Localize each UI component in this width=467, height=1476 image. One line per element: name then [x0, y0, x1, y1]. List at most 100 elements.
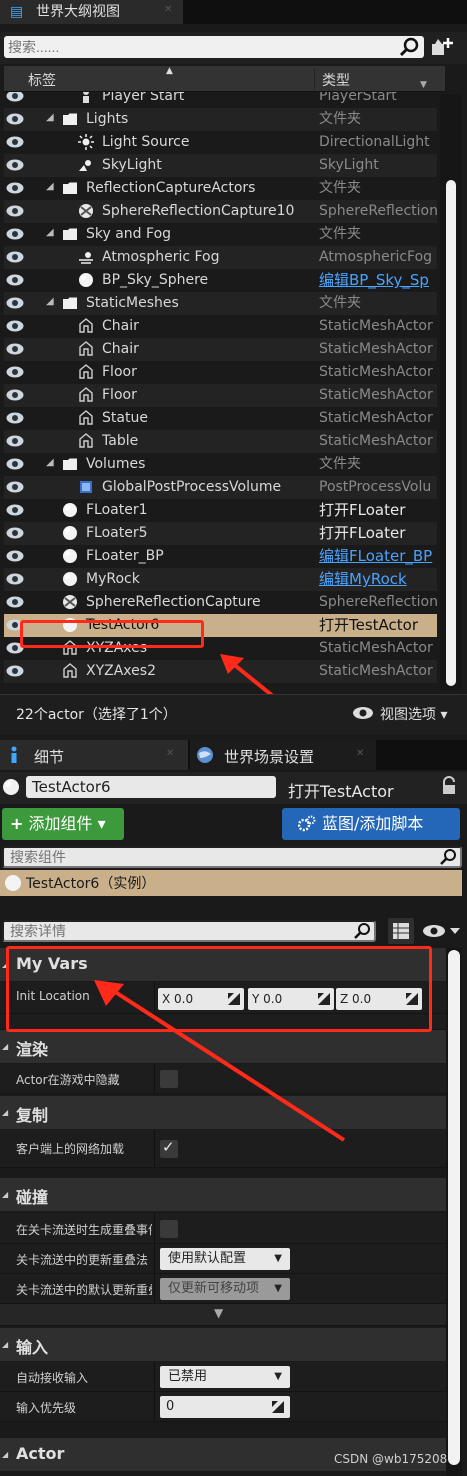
column-splitter[interactable]: [154, 1214, 155, 1244]
visibility-eye-icon[interactable]: [6, 596, 24, 608]
outliner-row[interactable]: Chair StaticMeshActor: [4, 338, 437, 361]
add-component-button[interactable]: + 添加组件 ▾: [2, 808, 124, 840]
open-actor-link[interactable]: 打开TestActor: [288, 778, 394, 802]
update-overlap-dropdown[interactable]: 使用默认配置: [160, 1248, 290, 1270]
lock-icon[interactable]: [440, 776, 458, 796]
annotation-arrow: [94, 980, 346, 1142]
outliner-row[interactable]: ◢ StaticMeshes 文件夹: [4, 292, 437, 315]
sphere-icon: [3, 779, 19, 795]
column-type[interactable]: 类型: [322, 70, 350, 90]
outliner-row[interactable]: BP_Sky_Sphere 编辑BP_Sky_Sp: [4, 269, 437, 292]
category-input[interactable]: ◢ 输入: [0, 1328, 446, 1362]
outliner-row[interactable]: Table StaticMeshActor: [4, 430, 437, 453]
outliner-row[interactable]: Statue StaticMeshActor: [4, 407, 437, 430]
visibility-eye-icon[interactable]: [6, 136, 24, 148]
mesh-icon: [62, 663, 78, 679]
visibility-eye-icon[interactable]: [6, 665, 24, 677]
outliner-row[interactable]: ◢ ReflectionCaptureActors 文件夹: [4, 177, 437, 200]
drag-handle-icon[interactable]: [272, 1401, 284, 1413]
expand-arrow-icon[interactable]: ◢: [46, 227, 54, 238]
visibility-eye-icon[interactable]: [6, 343, 24, 355]
row-type-link[interactable]: 编辑FLoater_BP: [319, 547, 437, 566]
visibility-eye-icon[interactable]: [6, 205, 24, 217]
search-icon[interactable]: [398, 36, 422, 58]
chevron-down-icon[interactable]: ▼: [420, 80, 427, 90]
tab-details[interactable]: [0, 740, 188, 770]
column-splitter[interactable]: [154, 1362, 155, 1392]
visibility-eye-icon[interactable]: [6, 182, 24, 194]
column-splitter[interactable]: [154, 1392, 155, 1422]
visibility-eye-icon[interactable]: [6, 228, 24, 240]
generate-overlap-checkbox[interactable]: [160, 1220, 178, 1238]
tab-close-icon[interactable]: ✕: [164, 4, 172, 15]
outliner-row[interactable]: SphereReflectionCapture10 SphereReflectio…: [4, 200, 437, 223]
auto-input-dropdown[interactable]: 已禁用: [160, 1366, 290, 1388]
visibility-eye-icon[interactable]: [6, 366, 24, 378]
row-type-link[interactable]: 编辑BP_Sky_Sp: [319, 271, 437, 290]
visibility-eye-icon[interactable]: [6, 389, 24, 401]
visibility-eye-icon[interactable]: [6, 297, 24, 309]
visibility-eye-icon[interactable]: [6, 159, 24, 171]
outliner-row[interactable]: Atmospheric Fog AtmosphericFog: [4, 246, 437, 269]
actor-name-field[interactable]: TestActor6: [26, 776, 276, 798]
outliner-row[interactable]: FLoater1 打开FLoater: [4, 499, 437, 522]
add-filter-icon[interactable]: [430, 36, 454, 58]
outliner-row[interactable]: ◢ Sky and Fog 文件夹: [4, 223, 437, 246]
outliner-row[interactable]: GlobalPostProcessVolume PostProcessVolu: [4, 476, 437, 499]
eye-icon[interactable]: [422, 922, 462, 940]
outliner-row[interactable]: Chair StaticMeshActor: [4, 315, 437, 338]
advanced-expander[interactable]: ▼: [0, 1304, 446, 1326]
visibility-eye-icon[interactable]: [6, 573, 24, 585]
input-priority-field[interactable]: 0: [160, 1396, 290, 1418]
outliner-row[interactable]: ◢ Lights 文件夹: [4, 108, 437, 131]
outliner-row[interactable]: FLoater_BP 编辑FLoater_BP: [4, 545, 437, 568]
details-scroll-thumb[interactable]: [448, 950, 460, 1465]
outliner-search-input[interactable]: [4, 36, 424, 58]
visibility-eye-icon[interactable]: [6, 550, 24, 562]
visibility-eye-icon[interactable]: [6, 481, 24, 493]
tab-close-icon[interactable]: ✕: [166, 748, 174, 759]
visibility-eye-icon[interactable]: [6, 504, 24, 516]
tab-close-icon[interactable]: ✕: [356, 748, 364, 759]
outliner-row[interactable]: SphereReflectionCapture SphereReflection: [4, 591, 437, 614]
visibility-eye-icon[interactable]: [6, 320, 24, 332]
sphere-icon: [62, 525, 78, 541]
outliner-row[interactable]: FLoater5 打开FLoater: [4, 522, 437, 545]
expand-arrow-icon[interactable]: ◢: [46, 457, 54, 468]
search-icon[interactable]: [354, 922, 372, 940]
outliner-row[interactable]: Floor StaticMeshActor: [4, 384, 437, 407]
column-splitter[interactable]: [154, 1244, 155, 1274]
column-splitter[interactable]: [154, 1274, 155, 1304]
details-search-input[interactable]: [2, 920, 376, 942]
visibility-eye-icon[interactable]: [6, 251, 24, 263]
expand-arrow-icon[interactable]: ◢: [46, 296, 54, 307]
row-type-link[interactable]: 打开FLoater: [319, 501, 437, 520]
category-collision[interactable]: ◢ 碰撞: [0, 1178, 446, 1212]
default-update-dropdown[interactable]: 仅更新可移动项: [160, 1278, 290, 1300]
visibility-eye-icon[interactable]: [6, 527, 24, 539]
row-type-link[interactable]: 打开FLoater: [319, 524, 437, 543]
outliner-row[interactable]: SkyLight SkyLight: [4, 154, 437, 177]
column-separator[interactable]: [314, 68, 315, 90]
visibility-eye-icon[interactable]: [6, 274, 24, 286]
visibility-eye-icon[interactable]: [6, 113, 24, 125]
expand-arrow-icon[interactable]: ◢: [46, 181, 54, 192]
component-search-input[interactable]: [2, 846, 462, 868]
row-type-link[interactable]: 编辑MyRock: [319, 570, 437, 589]
row-type-link[interactable]: 打开TestActor: [319, 616, 437, 635]
view-options-button[interactable]: 视图选项 ▾: [380, 704, 447, 724]
visibility-eye-icon[interactable]: [6, 412, 24, 424]
column-label[interactable]: 标签: [28, 70, 56, 90]
outliner-row[interactable]: MyRock 编辑MyRock: [4, 568, 437, 591]
outliner-row[interactable]: ◢ Volumes 文件夹: [4, 453, 437, 476]
visibility-eye-icon[interactable]: [6, 92, 24, 102]
search-icon[interactable]: [440, 848, 458, 866]
expand-arrow-icon[interactable]: ◢: [46, 112, 54, 123]
property-matrix-button[interactable]: [388, 918, 414, 944]
visibility-eye-icon[interactable]: [6, 435, 24, 447]
outliner-row[interactable]: Player Start PlayerStart: [4, 92, 437, 108]
outliner-scroll-thumb[interactable]: [446, 180, 456, 686]
visibility-eye-icon[interactable]: [6, 458, 24, 470]
outliner-row[interactable]: Floor StaticMeshActor: [4, 361, 437, 384]
outliner-row[interactable]: Light Source DirectionalLight: [4, 131, 437, 154]
